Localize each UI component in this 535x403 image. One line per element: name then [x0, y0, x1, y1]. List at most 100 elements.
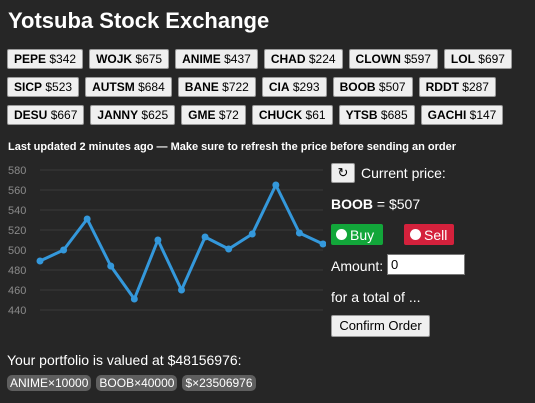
ticker-price: $684	[138, 80, 165, 94]
refresh-icon: ↻	[337, 165, 349, 180]
price-point	[178, 286, 185, 294]
ticker-symbol: CHUCK	[258, 108, 303, 122]
ticker-symbol: BOOB	[339, 80, 376, 94]
buy-label: Buy	[350, 226, 375, 243]
buy-radio[interactable]: Buy	[331, 224, 383, 245]
sell-radio[interactable]: Sell	[404, 224, 454, 245]
amount-label: Amount:	[331, 258, 384, 274]
ticker-button-lol[interactable]: LOL $697	[443, 49, 512, 69]
ticker-list: PEPE $342 WOJK $675 ANIME $437 CHAD $224 CLO…	[7, 49, 532, 133]
ticker-symbol: WOJK	[96, 52, 133, 66]
y-tick-label: 520	[8, 225, 26, 237]
holding-chip: $×23506976	[182, 375, 256, 391]
amount-input[interactable]	[387, 254, 465, 275]
ticker-price: $507	[378, 80, 406, 94]
ticker-symbol: CIA	[268, 80, 290, 94]
portfolio-value: Your portfolio is valued at $48156976:	[7, 352, 242, 368]
ticker-symbol: PEPE	[14, 52, 47, 66]
ticker-button-boob[interactable]: BOOB $507	[332, 77, 413, 97]
ticker-symbol: CLOWN	[355, 52, 401, 66]
ticker-price: $293	[292, 80, 320, 94]
ticker-button-rddt[interactable]: RDDT $287	[418, 77, 496, 97]
ticker-button-sicp[interactable]: SICP $523	[7, 77, 80, 97]
ticker-symbol: ANIME	[182, 52, 221, 66]
ticker-price: $342	[49, 52, 77, 66]
ticker-button-anime[interactable]: ANIME $437	[175, 49, 258, 69]
y-tick-label: 460	[8, 285, 26, 297]
ticker-price: $597	[404, 52, 431, 66]
ticker-price: $722	[222, 80, 249, 94]
price-point	[154, 236, 162, 244]
ticker-button-janny[interactable]: JANNY $625	[90, 105, 176, 125]
ticker-price: $523	[45, 80, 73, 94]
ticker-price: $61	[305, 108, 326, 122]
ticker-price: $147	[469, 108, 497, 122]
price-chart: 440 460 480 500 520 540 560 580	[8, 165, 326, 317]
holdings-list: ANIME×10000 BOOB×40000 $×23506976	[7, 375, 256, 391]
ticker-button-cia[interactable]: CIA $293	[261, 77, 327, 97]
y-tick-label: 500	[8, 245, 26, 257]
ticker-price: $697	[478, 52, 505, 66]
ticker-button-gme[interactable]: GME $72	[181, 105, 246, 125]
ticker-button-pepe[interactable]: PEPE $342	[7, 49, 84, 69]
ticker-price: $675	[135, 52, 163, 66]
holding-chip: BOOB×40000	[96, 375, 178, 391]
sell-label: Sell	[424, 226, 448, 243]
price-point	[60, 246, 68, 254]
ticker-price: $287	[462, 80, 489, 94]
ticker-symbol: JANNY	[97, 108, 139, 122]
ticker-button-chuck[interactable]: CHUCK $61	[251, 105, 333, 125]
ticker-button-ytsb[interactable]: YTSB $685	[338, 105, 415, 125]
last-updated-text: Last updated 2 minutes ago — Make sure t…	[8, 141, 457, 153]
y-tick-label: 480	[8, 265, 26, 277]
current-price-label: Current price:	[361, 165, 446, 181]
price-point	[295, 229, 303, 237]
ticker-symbol: LOL	[450, 52, 475, 66]
order-total-text: for a total of ...	[331, 289, 421, 305]
price-point	[130, 295, 138, 303]
holding-chip: ANIME×10000	[7, 375, 92, 391]
ticker-row: PEPE $342 WOJK $675 ANIME $437 CHAD $224 CLO…	[7, 49, 532, 69]
price-point	[83, 215, 91, 223]
ticker-symbol: CHAD	[270, 52, 306, 66]
price-point	[248, 230, 256, 238]
ticker-row: DESU $667 JANNY $625 GME $72 CHUCK $61 YTSB …	[7, 105, 532, 125]
selected-ticker-price: BOOB = $507	[331, 196, 420, 212]
ticker-button-wojk[interactable]: WOJK $675	[89, 49, 170, 69]
selected-ticker-symbol: BOOB	[331, 196, 373, 212]
price-point	[201, 233, 209, 241]
ticker-price: $685	[380, 108, 408, 122]
ticker-symbol: AUTSM	[92, 80, 135, 94]
ticker-button-desu[interactable]: DESU $667	[7, 105, 85, 125]
ticker-price: $72	[218, 108, 239, 122]
ticker-symbol: DESU	[14, 108, 48, 122]
page-title: Yotsuba Stock Exchange	[8, 8, 270, 33]
price-point	[225, 245, 233, 253]
price-point	[272, 181, 280, 189]
ticker-row: SICP $523 AUTSM $684 BANE $722 CIA $293 BOOB…	[7, 77, 532, 97]
y-tick-label: 440	[8, 305, 26, 317]
refresh-button[interactable]: ↻	[331, 163, 355, 183]
price-line	[39, 183, 324, 301]
ticker-button-bane[interactable]: BANE $722	[177, 77, 256, 97]
price-point	[36, 257, 44, 265]
ticker-symbol: GME	[188, 108, 216, 122]
ticker-price: $224	[308, 52, 336, 66]
selected-ticker-value: = $507	[373, 196, 421, 212]
ticker-symbol: BANE	[184, 80, 219, 94]
ticker-price: $437	[224, 52, 251, 66]
ticker-button-chad[interactable]: CHAD $224	[263, 49, 343, 69]
confirm-order-button[interactable]: Confirm Order	[331, 315, 430, 337]
ticker-symbol: RDDT	[425, 80, 459, 94]
ticker-symbol: GACHI	[427, 108, 467, 122]
sell-radio-icon[interactable]	[410, 229, 421, 240]
y-tick-label: 580	[8, 165, 26, 177]
ticker-symbol: SICP	[14, 80, 43, 94]
ticker-button-clown[interactable]: CLOWN $597	[348, 49, 438, 69]
ticker-button-gachi[interactable]: GACHI $147	[420, 105, 504, 125]
y-tick-label: 540	[8, 205, 26, 217]
price-point	[107, 262, 115, 270]
ticker-button-autsm[interactable]: AUTSM $684	[85, 77, 172, 97]
y-tick-label: 560	[8, 185, 26, 197]
buy-radio-icon[interactable]	[336, 229, 347, 240]
